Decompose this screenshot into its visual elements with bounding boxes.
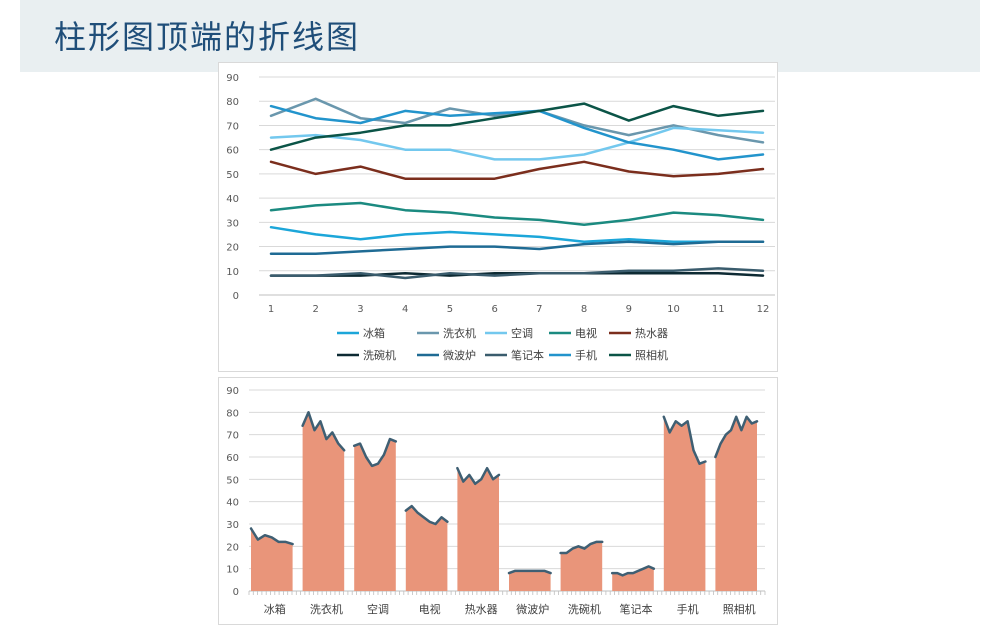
area-column: [302, 412, 345, 591]
y-tick-label: 90: [226, 73, 239, 84]
y-tick-label: 50: [226, 475, 239, 486]
y-tick-label: 0: [233, 291, 239, 302]
y-tick-label: 80: [226, 408, 239, 419]
series-line: [269, 240, 765, 256]
category-label: 手机: [677, 602, 699, 616]
category-label: 洗衣机: [310, 602, 343, 616]
x-tick-label: 7: [536, 304, 542, 315]
y-tick-label: 30: [226, 218, 239, 229]
x-tick-label: 10: [667, 304, 680, 315]
legend-label: 空调: [511, 326, 533, 340]
x-tick-label: 5: [447, 304, 453, 315]
line-chart-svg: 01020304050607080901 2 3 4 5 6 7 8 9 10 11 12冰箱 洗衣机空…: [226, 73, 775, 362]
x-tick-label: 2: [313, 304, 319, 315]
area-column: [560, 541, 603, 591]
line-chart: 0 10 20 30 40 50 60 70 80 90 1 2 3 4 5 6 7 8 9 10 11 12 冰箱 洗衣机空…: [218, 62, 778, 372]
y-tick-label: 70: [226, 121, 239, 132]
x-tick-label: 8: [581, 304, 587, 315]
y-tick-label: 40: [226, 498, 239, 509]
x-tick-label: 4: [402, 304, 408, 315]
legend-label: 照相机: [635, 348, 668, 362]
legend-label: 洗碗机: [363, 348, 396, 362]
legend-label: 热水器: [635, 327, 668, 340]
x-tick-label: 11: [712, 304, 725, 315]
y-tick-label: 60: [226, 453, 239, 464]
area-column-chart: 0 10 20 30 40 50 60 70 80 90 冰箱 洗衣机 空调 电视 热水器 微波炉 洗碗机 笔记本…: [218, 377, 778, 625]
x-tick-label: 3: [357, 304, 363, 315]
legend-label: 电视: [575, 326, 597, 340]
category-label: 冰箱: [264, 602, 286, 616]
area-column-chart-svg: 0 10 20 30 40 50 60 70 80 90 冰箱 洗衣机 空调 电视 热水器 微波炉 洗碗机 笔记本…: [226, 386, 766, 616]
legend-label: 手机: [575, 348, 597, 362]
area-column: [663, 416, 706, 591]
legend-label: 微波炉: [443, 348, 476, 362]
y-tick-label: 20: [226, 243, 239, 254]
y-tick-label: 10: [226, 565, 239, 576]
legend-label: 洗衣机: [443, 326, 476, 340]
category-label: 洗碗机: [568, 602, 601, 616]
y-tick-label: 40: [226, 194, 239, 205]
y-tick-label: 70: [226, 431, 239, 442]
y-tick-label: 50: [226, 170, 239, 181]
category-label: 笔记本: [620, 602, 653, 616]
category-label: 空调: [367, 602, 389, 616]
category-label: 电视: [419, 602, 441, 616]
x-tick-label: 1: [268, 304, 274, 315]
area-column: [612, 566, 654, 591]
x-tick-label: 6: [491, 304, 497, 315]
category-label: 热水器: [465, 603, 498, 616]
category-label: 照相机: [723, 602, 756, 616]
x-tick-label: 12: [757, 304, 770, 315]
area-column: [509, 570, 551, 591]
series-line: [269, 126, 765, 161]
category-label: 微波炉: [516, 602, 549, 616]
series-line: [269, 201, 765, 227]
page-title: 柱形图顶端的折线图: [54, 18, 361, 56]
y-tick-label: 80: [226, 97, 239, 108]
y-tick-label: 10: [226, 267, 239, 278]
y-tick-label: 20: [226, 542, 239, 553]
series-line: [269, 160, 765, 180]
area-column: [354, 439, 396, 591]
y-tick-label: 0: [233, 587, 239, 598]
x-tick-label: 9: [626, 304, 632, 315]
legend-label: 冰箱: [363, 326, 385, 340]
y-tick-label: 30: [226, 520, 239, 531]
y-tick-label: 90: [226, 386, 239, 397]
y-tick-label: 60: [226, 146, 239, 157]
series-line: [269, 225, 765, 243]
area-column: [457, 468, 499, 591]
legend-label: 笔记本: [511, 348, 544, 362]
